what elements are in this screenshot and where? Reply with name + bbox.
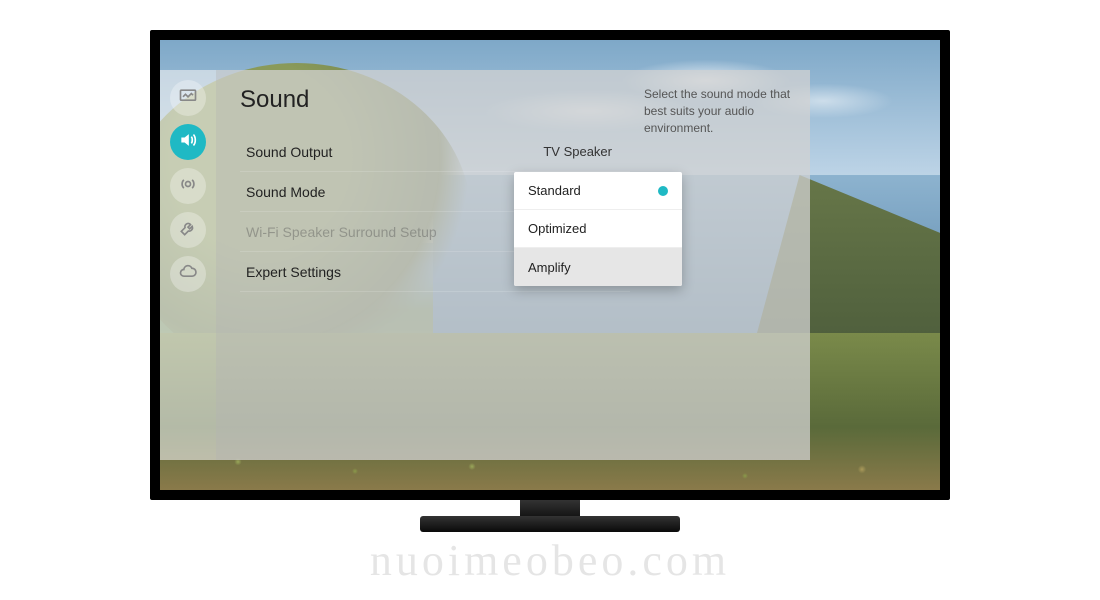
sound-icon xyxy=(178,130,198,155)
tv-stand-base xyxy=(420,516,680,532)
cloud-icon xyxy=(178,262,198,287)
check-icon xyxy=(658,186,668,196)
dropdown-item-label: Optimized xyxy=(528,221,587,236)
dropdown-item-label: Standard xyxy=(528,183,581,198)
rail-item-picture[interactable] xyxy=(170,80,206,116)
settings-icon-rail xyxy=(160,70,216,460)
rail-item-sound[interactable] xyxy=(170,124,206,160)
dropdown-item-label: Amplify xyxy=(528,260,571,275)
row-sound-output[interactable]: Sound Output TV Speaker xyxy=(240,132,630,172)
wrench-icon xyxy=(178,218,198,243)
rail-item-support[interactable] xyxy=(170,256,206,292)
dropdown-item-optimized[interactable]: Optimized xyxy=(514,210,682,248)
tv-stand xyxy=(420,500,680,550)
tv-screen: Sound Sound Output TV Speaker Sound Mode… xyxy=(160,40,940,490)
broadcast-icon xyxy=(178,174,198,199)
row-label: Sound Mode xyxy=(246,184,325,200)
rail-item-broadcast[interactable] xyxy=(170,168,206,204)
row-label: Expert Settings xyxy=(246,264,341,280)
row-value: TV Speaker xyxy=(543,144,612,159)
settings-main-panel: Sound Sound Output TV Speaker Sound Mode… xyxy=(216,70,630,460)
panel-title: Sound xyxy=(240,86,630,114)
sound-mode-dropdown: Standard Optimized Amplify xyxy=(514,172,682,286)
rail-item-general[interactable] xyxy=(170,212,206,248)
settings-overlay: Sound Sound Output TV Speaker Sound Mode… xyxy=(160,70,810,460)
row-label: Sound Output xyxy=(246,144,332,160)
dropdown-item-standard[interactable]: Standard xyxy=(514,172,682,210)
dropdown-item-amplify[interactable]: Amplify xyxy=(514,248,682,286)
help-text: Select the sound mode that best suits yo… xyxy=(644,87,790,135)
picture-icon xyxy=(178,86,198,111)
tv-frame: Sound Sound Output TV Speaker Sound Mode… xyxy=(150,30,950,500)
row-label: Wi-Fi Speaker Surround Setup xyxy=(246,224,437,240)
